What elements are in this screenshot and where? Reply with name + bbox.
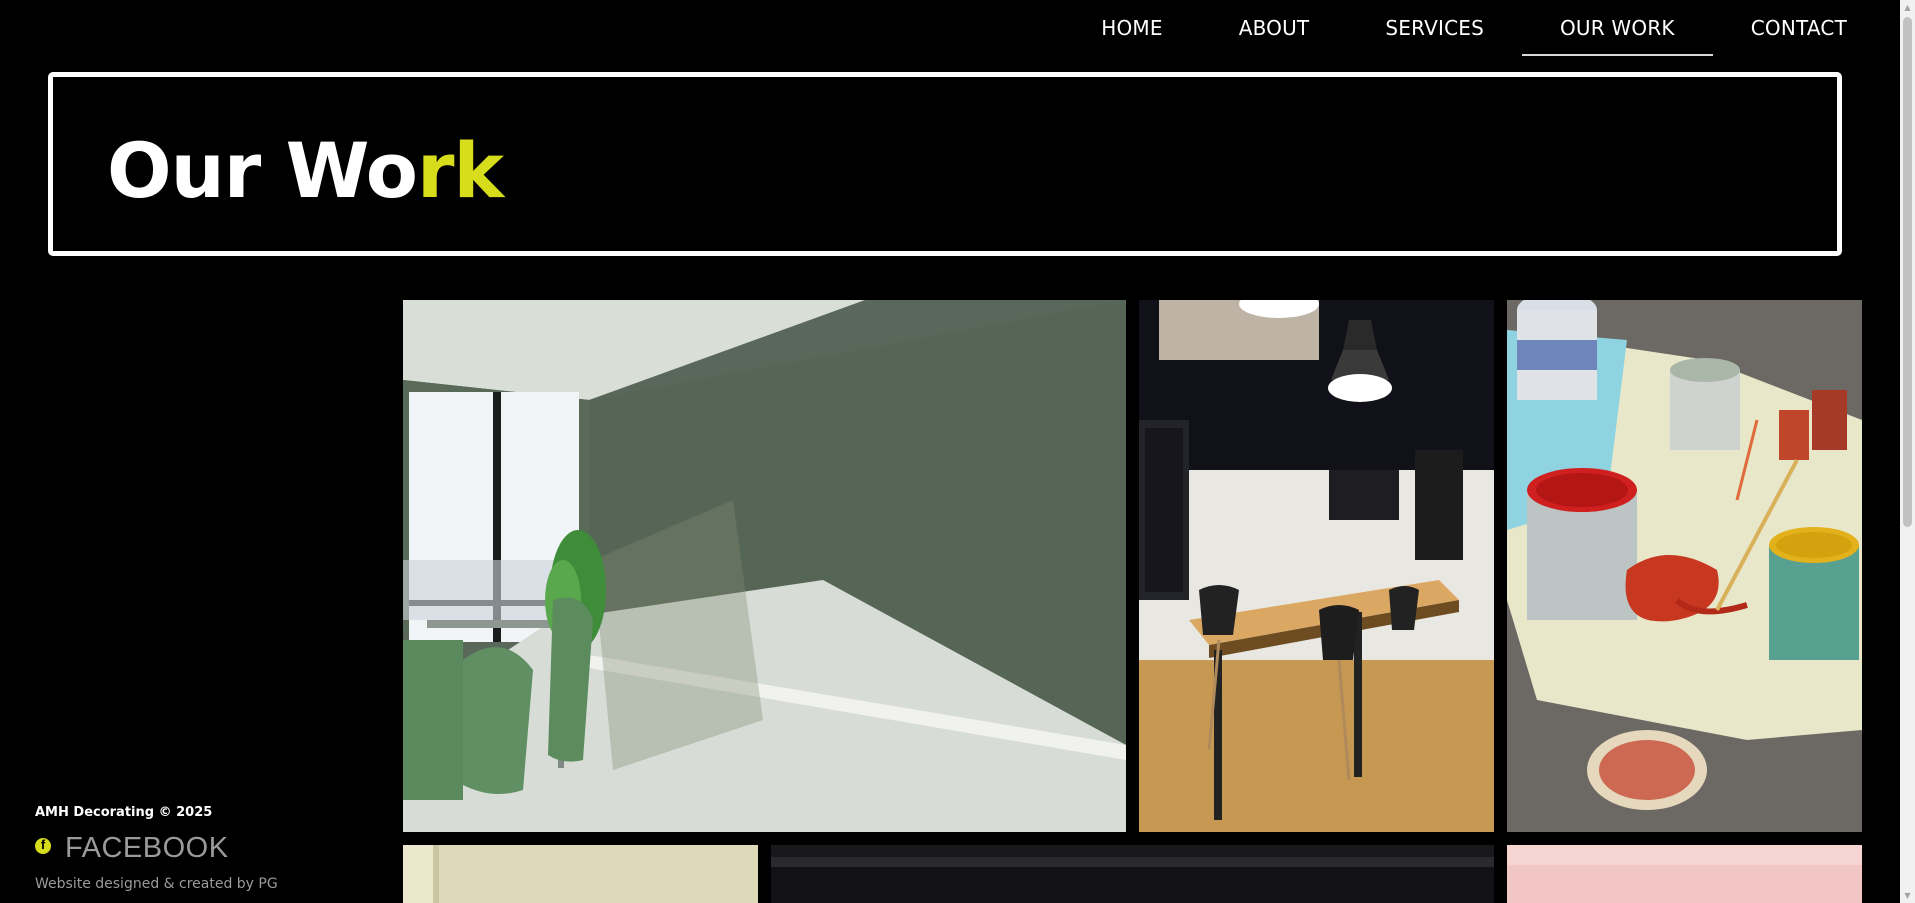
page: HOME ABOUT SERVICES OUR WORK CONTACT Our… (0, 0, 1915, 903)
meeting-room-photo[interactable] (1139, 300, 1494, 832)
footer-copyright: AMH Decorating © 2025 (35, 805, 213, 820)
footer-credit: Website designed & created by PG (35, 876, 278, 892)
paint-cans-photo[interactable] (1507, 300, 1862, 832)
pink-wall-photo[interactable] (1507, 845, 1862, 903)
page-title-main: Our Wo (107, 126, 418, 215)
nav-services[interactable]: SERVICES (1347, 0, 1522, 56)
main-nav: HOME ABOUT SERVICES OUR WORK CONTACT (1063, 0, 1885, 56)
page-title-accent: rk (417, 126, 504, 215)
facebook-link[interactable]: f FACEBOOK (35, 832, 229, 865)
nav-our-work[interactable]: OUR WORK (1521, 0, 1713, 56)
page-scrollbar[interactable]: ▲ ▼ (1900, 0, 1915, 903)
hero-box: Our Work (48, 72, 1842, 256)
scroll-up-arrow-icon[interactable]: ▲ (1900, 0, 1915, 15)
nav-about[interactable]: ABOUT (1201, 0, 1348, 56)
dark-fireplace-photo[interactable] (771, 845, 1494, 903)
cream-wall-photo[interactable] (403, 845, 758, 903)
facebook-label: FACEBOOK (65, 832, 229, 864)
nav-home[interactable]: HOME (1063, 0, 1200, 56)
scroll-down-arrow-icon[interactable]: ▼ (1900, 888, 1915, 903)
nav-contact[interactable]: CONTACT (1713, 0, 1885, 56)
facebook-icon: f (35, 837, 51, 854)
scroll-thumb[interactable] (1903, 17, 1912, 527)
page-title: Our Work (107, 133, 504, 209)
green-room-photo[interactable] (403, 300, 1126, 832)
